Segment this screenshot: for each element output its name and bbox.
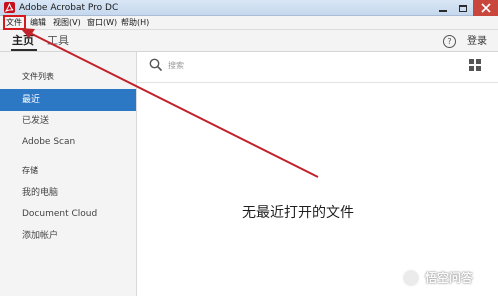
help-icon[interactable]: ? xyxy=(443,35,456,48)
login-link[interactable]: 登录 xyxy=(467,35,487,48)
minimize-button[interactable] xyxy=(433,0,453,16)
search-divider xyxy=(137,82,498,83)
window-title: Adobe Acrobat Pro DC xyxy=(19,3,119,13)
sidebar-item-add-account[interactable]: 添加帐户 xyxy=(0,225,136,247)
tab-bar: 主页 工具 xyxy=(0,30,498,52)
close-button[interactable] xyxy=(473,0,498,16)
empty-state-message: 无最近打开的文件 xyxy=(242,205,354,221)
sidebar-item-document-cloud[interactable]: Document Cloud xyxy=(0,203,136,225)
sidebar-heading-storage: 存储 xyxy=(22,166,38,175)
acrobat-window: Adobe Acrobat Pro DC 文件 编辑 视图(V) 窗口(W) 帮… xyxy=(0,0,498,296)
title-bar: Adobe Acrobat Pro DC xyxy=(0,0,498,16)
menu-help[interactable]: 帮助(H) xyxy=(121,17,149,29)
search-icon xyxy=(149,58,163,72)
sidebar: 文件列表 最近 已发送 Adobe Scan 存储 我的电脑 Document … xyxy=(0,52,137,296)
sidebar-item-sent[interactable]: 已发送 xyxy=(0,110,136,132)
sidebar-item-my-computer[interactable]: 我的电脑 xyxy=(0,182,136,204)
menu-window[interactable]: 窗口(W) xyxy=(87,17,117,29)
active-tab-indicator xyxy=(11,49,37,51)
maximize-button[interactable] xyxy=(453,0,473,16)
sidebar-item-adobe-scan[interactable]: Adobe Scan xyxy=(0,131,136,153)
grid-view-icon[interactable] xyxy=(469,59,481,71)
minimize-icon xyxy=(439,9,447,12)
menu-file-highlight-box xyxy=(3,15,26,30)
menu-view[interactable]: 视图(V) xyxy=(53,17,81,29)
maximize-icon xyxy=(459,4,467,12)
watermark: 悟空问答 xyxy=(401,266,495,292)
sidebar-item-recent[interactable]: 最近 xyxy=(0,89,136,111)
close-icon xyxy=(480,3,491,13)
acrobat-app-icon xyxy=(4,2,15,13)
watermark-logo-icon xyxy=(401,268,421,288)
watermark-text: 悟空问答 xyxy=(425,271,474,285)
search-bar xyxy=(149,57,329,75)
tab-home[interactable]: 主页 xyxy=(12,34,34,48)
search-input[interactable] xyxy=(168,58,318,73)
main-content: 无最近打开的文件 xyxy=(137,52,498,296)
menu-bar: 文件 编辑 视图(V) 窗口(W) 帮助(H) xyxy=(0,16,498,30)
menu-edit[interactable]: 编辑 xyxy=(30,17,46,29)
tab-tools[interactable]: 工具 xyxy=(47,34,69,48)
sidebar-heading-file-list: 文件列表 xyxy=(22,72,54,81)
